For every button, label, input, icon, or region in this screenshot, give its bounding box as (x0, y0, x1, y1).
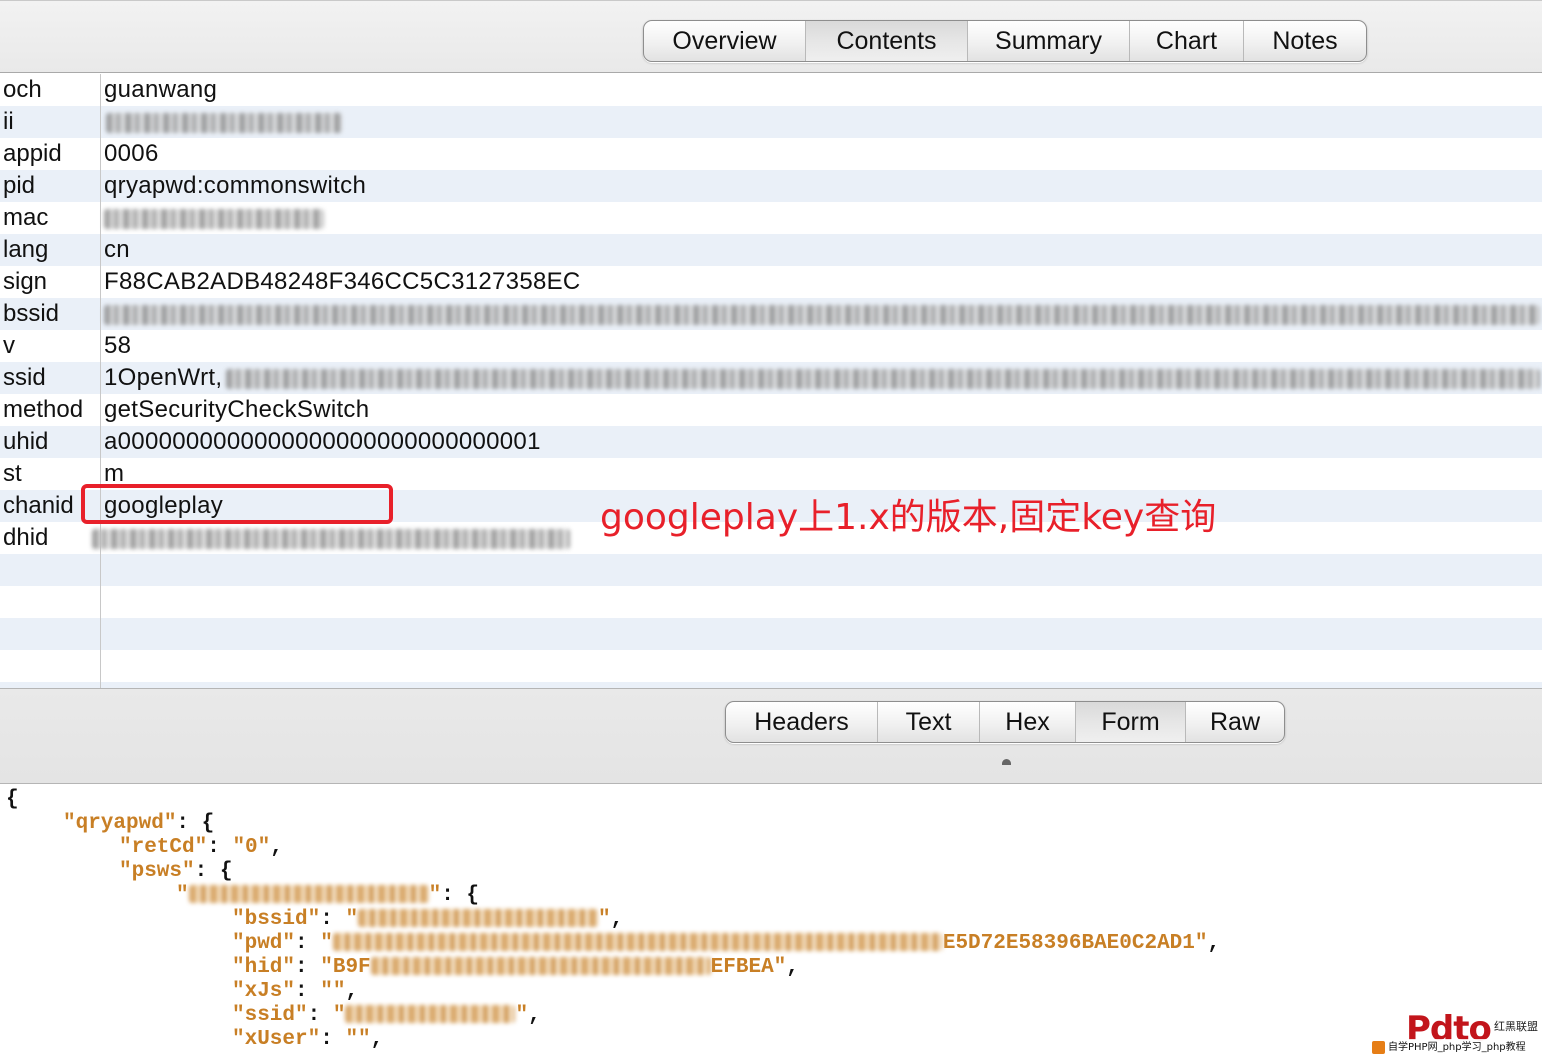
watermark-tagline: 红黑联盟 (1494, 1020, 1538, 1033)
split-view-handle[interactable] (1002, 759, 1011, 765)
table-row[interactable]: lang cn (0, 234, 1542, 266)
tab-hex[interactable]: Hex (980, 702, 1076, 742)
redacted-value (370, 957, 711, 976)
site-watermark: Pdto 红黑联盟 自学PHP网_php学习_php教程 (1370, 1012, 1542, 1058)
redacted-value (332, 933, 943, 952)
redacted-value (345, 1005, 516, 1024)
param-key: bssid (3, 300, 60, 327)
redacted-value (104, 209, 324, 229)
tab-raw[interactable]: Raw (1186, 702, 1284, 742)
json-line: "xUser": "", (232, 1028, 384, 1051)
tab-contents[interactable]: Contents (806, 21, 968, 61)
redacted-value (188, 885, 429, 904)
top-toolbar: Overview Contents Summary Chart Notes (0, 0, 1542, 73)
json-line: "pwd": " E5D72E58396BAE0C2AD1", (232, 932, 1221, 955)
response-view-tabs: Headers Text Hex Form Raw (725, 701, 1285, 743)
param-value: cn (104, 236, 130, 263)
table-row[interactable]: mac (0, 202, 1542, 234)
form-parameters-table: och guanwang ii appid 0006 pid qryapwd:c… (0, 74, 1542, 688)
param-key: ssid (3, 364, 46, 391)
param-key: method (3, 396, 84, 423)
tab-headers[interactable]: Headers (726, 702, 878, 742)
redacted-value (104, 305, 1540, 325)
json-line: "retCd": "0", (119, 836, 283, 859)
chanid-highlight-box (81, 484, 393, 524)
table-row[interactable]: sign F88CAB2ADB48248F346CC5C3127358EC (0, 266, 1542, 298)
json-line: "qryapwd": { (63, 812, 215, 835)
json-line: "xJs": "", (232, 980, 359, 1003)
param-value: 1OpenWrt, (104, 364, 223, 391)
param-value: guanwang (104, 76, 218, 103)
param-key: ii (3, 108, 14, 135)
param-key: uhid (3, 428, 49, 455)
tab-text[interactable]: Text (878, 702, 980, 742)
param-key: v (3, 332, 15, 359)
tab-chart[interactable]: Chart (1130, 21, 1244, 61)
table-row[interactable]: ii (0, 106, 1542, 138)
watermark-site-text: 自学PHP网_php学习_php教程 (1370, 1039, 1542, 1056)
json-line: " ": { (176, 884, 480, 907)
watermark-icon (1372, 1041, 1385, 1054)
param-key: chanid (3, 492, 74, 519)
param-key: st (3, 460, 22, 487)
redacted-value (358, 909, 599, 928)
table-row[interactable]: ssid 1OpenWrt, (0, 362, 1542, 394)
param-key: sign (3, 268, 48, 295)
param-key: och (3, 76, 42, 103)
annotation-note: googleplay上1.x的版本,固定key查询 (600, 497, 1217, 538)
redacted-value (106, 113, 342, 133)
param-value: 0006 (104, 140, 159, 167)
tab-overview[interactable]: Overview (644, 21, 806, 61)
param-value: qryapwd:commonswitch (104, 172, 367, 199)
table-row[interactable]: method getSecurityCheckSwitch (0, 394, 1542, 426)
json-line: "bssid": " ", (232, 908, 624, 931)
json-line: "psws": { (119, 860, 233, 883)
param-key: lang (3, 236, 49, 263)
json-line: "ssid": " ", (232, 1004, 541, 1027)
param-value: F88CAB2ADB48248F346CC5C3127358EC (104, 268, 581, 295)
param-key: mac (3, 204, 49, 231)
table-row[interactable]: bssid (0, 298, 1542, 330)
tab-summary[interactable]: Summary (968, 21, 1130, 61)
tab-form[interactable]: Form (1076, 702, 1186, 742)
table-row[interactable]: appid 0006 (0, 138, 1542, 170)
table-row[interactable]: och guanwang (0, 74, 1542, 106)
table-row[interactable]: v 58 (0, 330, 1542, 362)
json-response-view[interactable]: { "qryapwd": { "retCd": "0", "psws": { "… (0, 785, 1542, 1058)
param-value: getSecurityCheckSwitch (104, 396, 370, 423)
tab-notes[interactable]: Notes (1244, 21, 1366, 61)
json-line: "hid": "B9F EFBEA", (232, 956, 799, 979)
param-key: dhid (3, 524, 49, 551)
param-value: a0000000000000000000000000000001 (104, 428, 541, 455)
table-row[interactable]: pid qryapwd:commonswitch (0, 170, 1542, 202)
table-row[interactable]: uhid a0000000000000000000000000000001 (0, 426, 1542, 458)
param-value: 58 (104, 332, 132, 359)
redacted-value (92, 529, 570, 549)
param-key: appid (3, 140, 62, 167)
json-line: { (6, 788, 19, 811)
redacted-value (226, 369, 1540, 389)
param-key: pid (3, 172, 36, 199)
view-tabs: Overview Contents Summary Chart Notes (643, 20, 1367, 62)
